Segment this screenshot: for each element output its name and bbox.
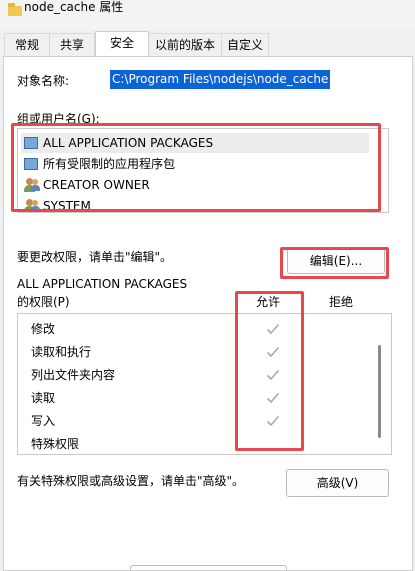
title-bar: node_cache 属性 (0, 0, 415, 30)
permission-row-write: 写入 (31, 414, 56, 428)
permissions-list[interactable]: 修改 读取和执行 列出文件夹内容 读取 写入 特殊权限 (17, 313, 392, 455)
tab-customize[interactable]: 自定义 (221, 33, 269, 56)
permission-row-special: 特殊权限 (31, 437, 80, 451)
tab-strip: 常规 共享 安全 以前的版本 自定义 (0, 31, 415, 57)
permission-row-list-folder: 列出文件夹内容 (31, 368, 116, 382)
permissions-scrollbar[interactable] (378, 345, 381, 438)
tab-general[interactable]: 常规 (4, 33, 50, 56)
annotation-box-edit (280, 247, 389, 279)
permissions-for-name: ALL APPLICATION PACKAGES (17, 277, 188, 291)
permission-row-read-execute: 读取和执行 (31, 345, 92, 359)
folder-icon (8, 3, 22, 16)
annotation-box-allow (235, 291, 304, 451)
annotation-box-groups (11, 123, 381, 212)
resize-edge (405, 215, 415, 235)
edit-hint: 要更改权限，请单击"编辑"。 (17, 250, 173, 264)
deny-column-header: 拒绝 (329, 295, 354, 309)
dialog-button-edge[interactable] (130, 565, 287, 570)
window-title: node_cache 属性 (24, 0, 124, 14)
permission-row-modify: 修改 (31, 322, 56, 336)
tab-security[interactable]: 安全 (95, 31, 149, 56)
object-name-label: 对象名称: (17, 74, 70, 88)
permissions-for-label: 的权限(P) (17, 295, 70, 309)
permission-row-read: 读取 (31, 391, 56, 405)
tab-sharing[interactable]: 共享 (49, 33, 95, 56)
advanced-hint: 有关特殊权限或高级设置，请单击"高级"。 (17, 474, 245, 488)
tab-previous-versions[interactable]: 以前的版本 (148, 33, 222, 56)
advanced-button[interactable]: 高级(V) (286, 469, 389, 497)
object-path[interactable]: C:\Program Files\nodejs\node_cache (110, 70, 331, 89)
